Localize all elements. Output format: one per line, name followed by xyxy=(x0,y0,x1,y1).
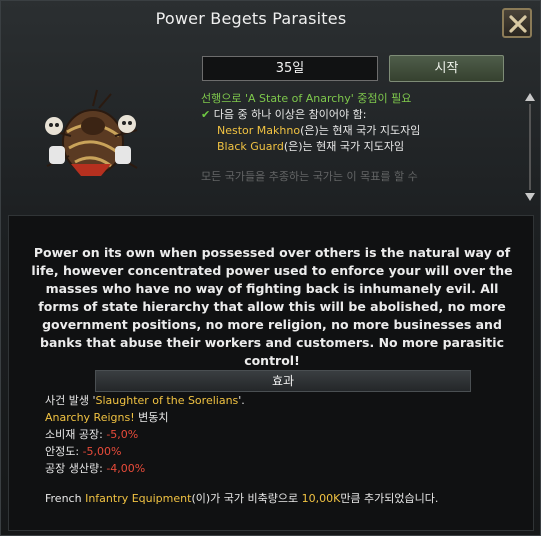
condition-leader-name[interactable]: Black Guard xyxy=(217,140,284,153)
prerequisites-scrollbar[interactable] xyxy=(523,93,537,201)
effect-equipment: French Infantry Equipment(이)가 국가 비축량으로 1… xyxy=(45,490,438,506)
close-icon xyxy=(509,15,527,33)
focus-emblem-icon xyxy=(41,86,141,190)
condition-item: Black Guard(은)는 현재 국가 지도자임 xyxy=(201,139,513,155)
window-title: Power Begets Parasites xyxy=(155,9,347,28)
description-panel: Power on its own when possessed over oth… xyxy=(8,215,534,531)
equipment-mid: (이)가 국가 비축량으로 xyxy=(191,492,302,505)
effects-header: 효과 xyxy=(95,370,471,392)
prerequisite-any-label: 다음 중 하나 이상은 참이어야 함: xyxy=(213,108,367,121)
scroll-up-icon[interactable] xyxy=(525,93,535,101)
condition-text: (은)는 현재 국가 지도자임 xyxy=(283,140,405,153)
idea-name[interactable]: Anarchy Reigns! xyxy=(45,411,135,424)
modifier-value: -5,0% xyxy=(106,428,139,441)
effect-modifier: 소비재 공장: -5,0% xyxy=(45,426,245,443)
prerequisite-any: ✔ 다음 중 하나 이상은 참이어야 함: xyxy=(201,107,513,123)
focus-duration: 35일 xyxy=(202,56,378,81)
condition-item: Nestor Makhno(은)는 현재 국가 지도자임 xyxy=(201,123,513,139)
focus-description: Power on its own when possessed over oth… xyxy=(31,245,513,368)
condition-text: (은)는 현재 국가 지도자임 xyxy=(300,124,421,137)
close-button[interactable] xyxy=(502,8,532,38)
effect-event: 사건 발생 'Slaughter of the Sorelians'. xyxy=(45,392,245,409)
idea-suffix: 변동치 xyxy=(134,411,169,424)
scroll-rail[interactable] xyxy=(529,104,531,190)
scroll-down-icon[interactable] xyxy=(525,193,535,201)
effect-modifier: 공장 생산량: -4,00% xyxy=(45,460,245,477)
prerequisite-focus: 선행으로 'A State of Anarchy' 중점이 필요 xyxy=(201,92,412,105)
modifier-label: 소비재 공장: xyxy=(45,428,107,441)
start-button[interactable]: 시작 xyxy=(389,55,504,82)
effect-event-suffix: '. xyxy=(238,394,245,407)
equipment-amount: 10,00K xyxy=(301,492,341,505)
modifier-value: -4,00% xyxy=(106,462,146,475)
equipment-name[interactable]: Infantry Equipment xyxy=(85,492,191,505)
focus-window: Power Begets Parasites 35일 시작 선행으로 'A St… xyxy=(0,0,541,536)
check-icon: ✔ xyxy=(201,108,211,121)
effect-event-prefix: 사건 발생 ' xyxy=(45,394,96,407)
event-name[interactable]: Slaughter of the Sorelians xyxy=(96,394,239,407)
effect-modifier: 안정도: -5,00% xyxy=(45,443,245,460)
modifier-label: 공장 생산량: xyxy=(45,462,107,475)
equipment-prefix: French xyxy=(45,492,86,505)
modifier-label: 안정도: xyxy=(45,445,83,458)
prerequisites-box: 선행으로 'A State of Anarchy' 중점이 필요 ✔ 다음 중 … xyxy=(201,91,513,201)
equipment-suffix: 만큼 추가되었습니다. xyxy=(340,492,439,505)
effects-list: 사건 발생 'Slaughter of the Sorelians'. Anar… xyxy=(45,392,245,477)
clipped-condition-text: 모든 국가들을 추종하는 국가는 이 목표를 할 수 xyxy=(201,170,418,183)
modifier-value: -5,00% xyxy=(82,445,122,458)
effect-idea: Anarchy Reigns! 변동치 xyxy=(45,409,245,426)
condition-leader-name[interactable]: Nestor Makhno xyxy=(217,124,300,137)
